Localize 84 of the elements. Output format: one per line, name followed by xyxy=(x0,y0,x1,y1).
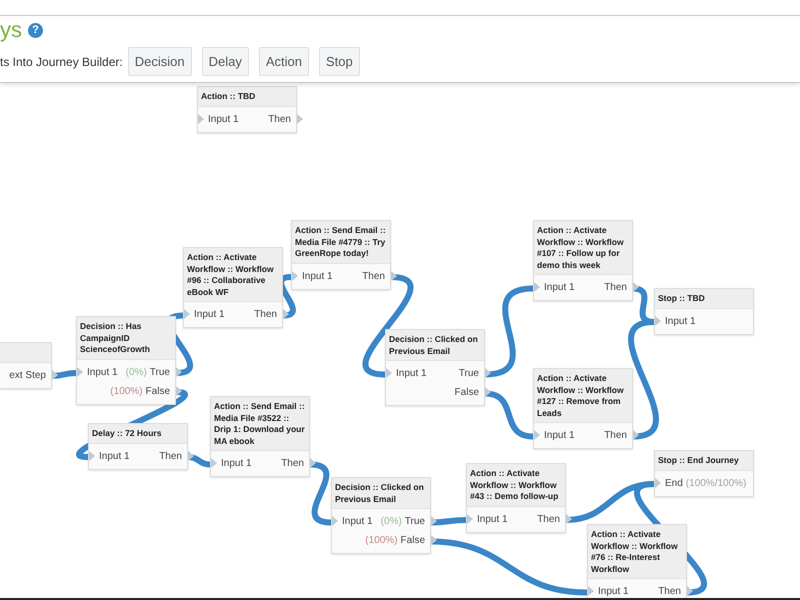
toolbar-button[interactable]: Delay xyxy=(202,47,249,76)
input-label: Input 1 xyxy=(221,457,252,471)
step-header: Decision :: Has CampaignID ScienceofGrowth xyxy=(77,317,175,360)
input-label: Input 1 xyxy=(477,512,508,526)
output-label: Then xyxy=(604,281,627,295)
output-label: True xyxy=(404,515,425,529)
page-title: ys xyxy=(0,16,22,44)
step-header: Action :: Activate Workflow :: Workflow #96 :: Collaborative eBook WF xyxy=(184,248,282,302)
step-header: Stop :: End Journey xyxy=(655,451,753,470)
step-header: Stop :: TBD xyxy=(655,289,753,308)
port-arrow-icon xyxy=(188,450,194,460)
port-arrow-icon xyxy=(310,458,316,468)
output-label: Then xyxy=(362,270,385,284)
port-arrow-icon xyxy=(655,316,661,326)
input-label: Input 1 xyxy=(544,429,575,443)
port-arrow-icon xyxy=(467,514,473,524)
step-header: Decision :: Clicked on Previous Email xyxy=(386,330,484,361)
toolbar-label: ts Into Journey Builder: xyxy=(0,54,123,70)
port-arrow-icon xyxy=(386,368,392,378)
input-label: Input 1 xyxy=(544,281,575,295)
port-arrow-icon xyxy=(198,114,204,124)
port-arrow-icon xyxy=(211,458,217,468)
step-header: Action :: Send Email :: Media File #3522 :: Drip 1: Download your MA ebook xyxy=(211,397,309,451)
percentage-label: (0%) xyxy=(380,515,402,529)
input-label: Input 1 xyxy=(598,585,629,599)
step-header: Action :: Activate Workflow :: Workflow #43 :: Demo follow-up xyxy=(467,464,565,506)
port-arrow-icon xyxy=(77,366,83,376)
output-label: ext Step xyxy=(9,368,46,382)
percentage-label: (100%) xyxy=(110,384,143,398)
port-arrow-icon xyxy=(655,478,661,488)
port-arrow-icon xyxy=(184,309,190,319)
port-arrow-icon xyxy=(332,516,338,526)
step-header: Action :: Activate Workflow :: Workflow #76 :: Re-Interest Workflow xyxy=(588,525,686,579)
output-label: Then xyxy=(268,112,291,126)
step-header: Action :: Activate Workflow :: Workflow #127 :: Remove from Leads xyxy=(534,369,632,423)
step-header: Action :: TBD xyxy=(198,87,296,106)
port-arrow-icon xyxy=(292,270,298,280)
output-label: False xyxy=(400,534,425,548)
input-label: Input 1 xyxy=(208,112,239,126)
input-label: Input 1 xyxy=(194,308,225,322)
output-label: Then xyxy=(537,512,560,526)
port-arrow-icon xyxy=(391,270,397,280)
output-label: Then xyxy=(254,308,277,322)
output-label: True xyxy=(150,366,170,380)
port-arrow-icon xyxy=(283,309,289,319)
toolbar-button[interactable]: Action xyxy=(258,47,309,76)
input-label: Input 1 xyxy=(665,314,696,328)
port-arrow-icon xyxy=(89,450,95,460)
input-label: Input 1 xyxy=(396,367,427,381)
step-header: Decision :: Clicked on Previous Email xyxy=(332,478,430,509)
toolbar-button[interactable]: Decision xyxy=(128,47,192,76)
output-label: False xyxy=(454,386,479,400)
output-label: Then xyxy=(159,450,182,464)
percentage-label: (100%/100%) xyxy=(686,476,746,490)
port-arrow-icon xyxy=(534,430,540,440)
input-label: Input 1 xyxy=(342,515,373,529)
port-arrow-icon xyxy=(566,514,572,524)
port-arrow-icon xyxy=(633,430,639,440)
help-icon[interactable]: ? xyxy=(28,22,43,38)
port-arrow-icon xyxy=(297,114,303,124)
input-label: End xyxy=(665,476,683,490)
input-label: Input 1 xyxy=(87,366,118,380)
port-arrow-icon xyxy=(588,586,594,596)
step-header: Action :: Send Email :: Media File #4779 :: Try GreenRope today! xyxy=(292,221,390,264)
output-label: Then xyxy=(604,429,627,443)
step-header: Action :: Activate Workflow :: Workflow #107 :: Follow up for demo this week xyxy=(534,221,632,275)
port-arrow-icon xyxy=(633,282,639,292)
port-arrow-icon xyxy=(534,282,540,292)
input-label: Input 1 xyxy=(302,270,333,284)
connector-line xyxy=(310,462,332,526)
connector-line xyxy=(484,390,534,440)
connector-line xyxy=(52,370,76,379)
output-label: True xyxy=(458,367,479,381)
port-arrow-icon xyxy=(687,586,693,596)
output-label: Then xyxy=(281,457,304,471)
toolbar-button[interactable]: Stop xyxy=(318,47,360,76)
percentage-label: (100%) xyxy=(365,534,398,548)
output-label: Then xyxy=(658,585,681,599)
port-arrow-icon xyxy=(52,370,58,380)
connector-line xyxy=(430,517,466,526)
step-header: Delay :: 72 Hours xyxy=(89,424,187,444)
percentage-label: (0%) xyxy=(126,366,147,380)
input-label: Input 1 xyxy=(99,450,130,464)
output-label: False xyxy=(146,384,170,398)
